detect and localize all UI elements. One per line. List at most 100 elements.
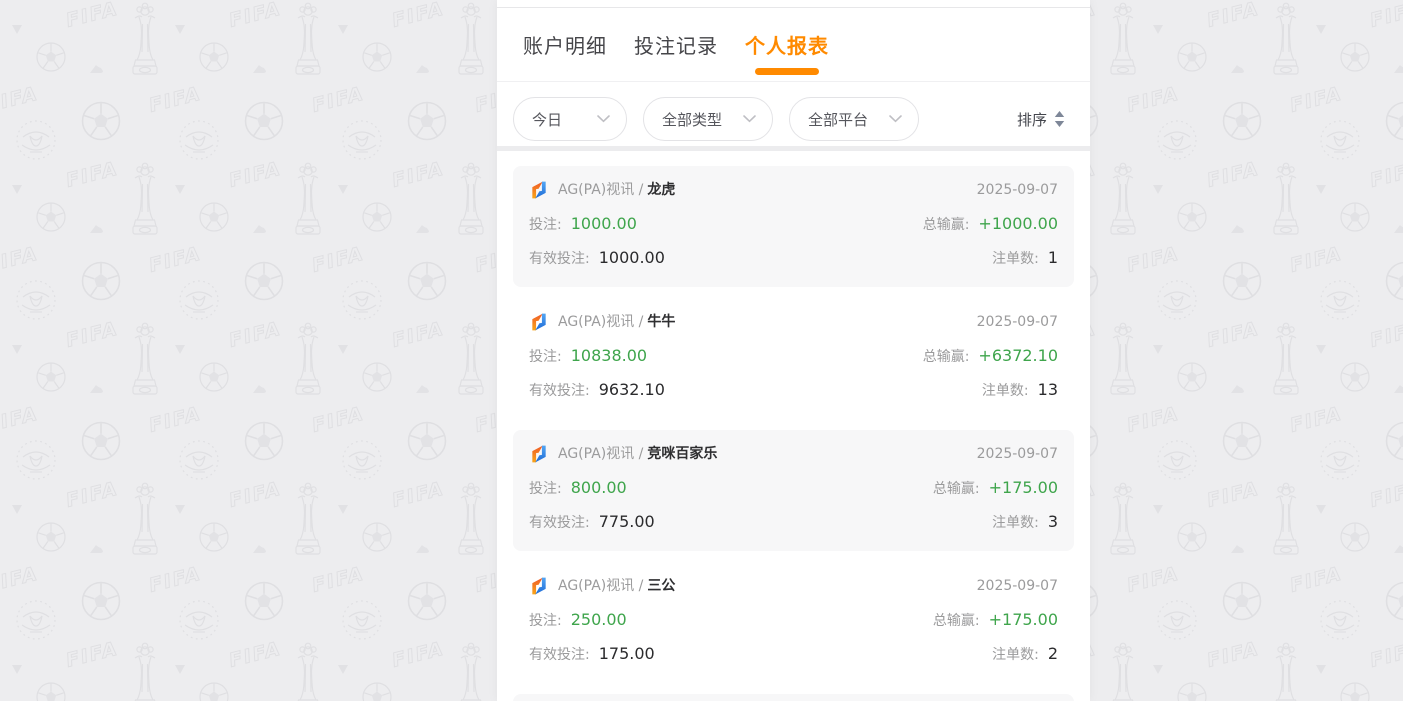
active-tab-underline (755, 68, 819, 75)
game-name: 三公 (647, 576, 675, 596)
tab-personal-report[interactable]: 个人报表 (745, 8, 829, 81)
order-count-pair: 注单数: 3 (992, 512, 1058, 532)
sort-arrows-icon (1054, 111, 1065, 127)
report-card[interactable]: AG(PA)视讯 / 牛牛 2025-09-07 投注: 10838.00 总输… (513, 298, 1074, 419)
report-list: AG(PA)视讯 / 龙虎 2025-09-07 投注: 1000.00 总输赢… (497, 151, 1090, 701)
provider-name: AG(PA)视讯 / (558, 180, 643, 200)
tab-label: 投注记录 (634, 30, 718, 59)
card-row: 有效投注: 175.00 注单数: 2 (529, 644, 1058, 664)
type-filter-dropdown[interactable]: 全部类型 (643, 97, 773, 141)
total-win-value: +175.00 (989, 478, 1058, 497)
platform-filter-dropdown[interactable]: 全部平台 (789, 97, 919, 141)
game-name: 牛牛 (647, 312, 675, 332)
valid-bet-pair: 有效投注: 175.00 (529, 644, 655, 664)
order-count-value: 3 (1048, 512, 1058, 531)
card-row: 投注: 10838.00 总输赢: +6372.10 (529, 346, 1058, 366)
order-count-label: 注单数: (982, 380, 1029, 400)
report-card-partial[interactable] (513, 694, 1074, 701)
report-card[interactable]: AG(PA)视讯 / 龙虎 2025-09-07 投注: 1000.00 总输赢… (513, 166, 1074, 287)
report-panel: 账户明细 投注记录 个人报表 今日 全部类型 全部平台 (497, 0, 1090, 701)
chevron-down-icon (597, 115, 610, 123)
report-card[interactable]: AG(PA)视讯 / 竞咪百家乐 2025-09-07 投注: 800.00 总… (513, 430, 1074, 551)
valid-bet-pair: 有效投注: 1000.00 (529, 248, 665, 268)
total-win-pair: 总输赢: +175.00 (933, 478, 1058, 498)
valid-bet-label: 有效投注: (529, 248, 590, 268)
card-row: 投注: 250.00 总输赢: +175.00 (529, 610, 1058, 630)
bet-value: 10838.00 (571, 346, 647, 365)
total-win-pair: 总输赢: +1000.00 (923, 214, 1058, 234)
total-win-value: +1000.00 (978, 214, 1058, 233)
valid-bet-label: 有效投注: (529, 644, 590, 664)
card-row: 有效投注: 775.00 注单数: 3 (529, 512, 1058, 532)
chevron-down-icon (743, 115, 756, 123)
card-header: AG(PA)视讯 / 牛牛 2025-09-07 (529, 312, 1058, 332)
bet-label: 投注: (529, 610, 562, 630)
valid-bet-value: 9632.10 (599, 380, 665, 399)
bet-label: 投注: (529, 478, 562, 498)
type-filter-label: 全部类型 (662, 109, 722, 130)
platform-filter-label: 全部平台 (808, 109, 868, 130)
valid-bet-pair: 有效投注: 9632.10 (529, 380, 665, 400)
ag-provider-logo-icon (529, 180, 549, 200)
valid-bet-value: 1000.00 (599, 248, 665, 267)
sort-control[interactable]: 排序 (1017, 109, 1065, 130)
bet-pair: 投注: 800.00 (529, 478, 627, 498)
total-win-label: 总输赢: (923, 214, 970, 234)
order-count-pair: 注单数: 2 (992, 644, 1058, 664)
record-date: 2025-09-07 (977, 576, 1058, 596)
bet-label: 投注: (529, 346, 562, 366)
date-filter-label: 今日 (532, 109, 562, 130)
tab-bet-records[interactable]: 投注记录 (634, 8, 718, 81)
bet-value: 1000.00 (571, 214, 637, 233)
order-count-value: 13 (1038, 380, 1058, 399)
report-card[interactable]: AG(PA)视讯 / 三公 2025-09-07 投注: 250.00 总输赢:… (513, 562, 1074, 683)
bet-pair: 投注: 10838.00 (529, 346, 647, 366)
card-row: 投注: 800.00 总输赢: +175.00 (529, 478, 1058, 498)
total-win-pair: 总输赢: +6372.10 (923, 346, 1058, 366)
order-count-label: 注单数: (992, 248, 1039, 268)
total-win-pair: 总输赢: +175.00 (933, 610, 1058, 630)
valid-bet-value: 775.00 (599, 512, 655, 531)
total-win-label: 总输赢: (933, 610, 980, 630)
provider-name: AG(PA)视讯 / (558, 444, 643, 464)
ag-provider-logo-icon (529, 576, 549, 596)
record-date: 2025-09-07 (977, 444, 1058, 464)
tab-bar: 账户明细 投注记录 个人报表 (497, 8, 1090, 82)
date-filter-dropdown[interactable]: 今日 (513, 97, 627, 141)
card-row: 有效投注: 9632.10 注单数: 13 (529, 380, 1058, 400)
game-name: 竞咪百家乐 (647, 444, 717, 464)
valid-bet-value: 175.00 (599, 644, 655, 663)
card-header: AG(PA)视讯 / 三公 2025-09-07 (529, 576, 1058, 596)
bet-value: 250.00 (571, 610, 627, 629)
chevron-down-icon (889, 115, 902, 123)
bet-value: 800.00 (571, 478, 627, 497)
bet-pair: 投注: 1000.00 (529, 214, 637, 234)
game-name: 龙虎 (647, 180, 675, 200)
ag-provider-logo-icon (529, 312, 549, 332)
provider-name: AG(PA)视讯 / (558, 576, 643, 596)
order-count-pair: 注单数: 13 (982, 380, 1058, 400)
order-count-value: 1 (1048, 248, 1058, 267)
tab-account-details[interactable]: 账户明细 (523, 8, 607, 81)
card-row: 投注: 1000.00 总输赢: +1000.00 (529, 214, 1058, 234)
tab-label: 个人报表 (745, 30, 829, 59)
valid-bet-pair: 有效投注: 775.00 (529, 512, 655, 532)
provider-name: AG(PA)视讯 / (558, 312, 643, 332)
valid-bet-label: 有效投注: (529, 380, 590, 400)
valid-bet-label: 有效投注: (529, 512, 590, 532)
card-header: AG(PA)视讯 / 龙虎 2025-09-07 (529, 180, 1058, 200)
bet-pair: 投注: 250.00 (529, 610, 627, 630)
record-date: 2025-09-07 (977, 180, 1058, 200)
total-win-value: +6372.10 (978, 346, 1058, 365)
total-win-label: 总输赢: (923, 346, 970, 366)
ag-provider-logo-icon (529, 444, 549, 464)
order-count-pair: 注单数: 1 (992, 248, 1058, 268)
order-count-value: 2 (1048, 644, 1058, 663)
tab-label: 账户明细 (523, 30, 607, 59)
sort-label: 排序 (1017, 109, 1047, 130)
bet-label: 投注: (529, 214, 562, 234)
total-win-value: +175.00 (989, 610, 1058, 629)
order-count-label: 注单数: (992, 512, 1039, 532)
order-count-label: 注单数: (992, 644, 1039, 664)
card-row: 有效投注: 1000.00 注单数: 1 (529, 248, 1058, 268)
